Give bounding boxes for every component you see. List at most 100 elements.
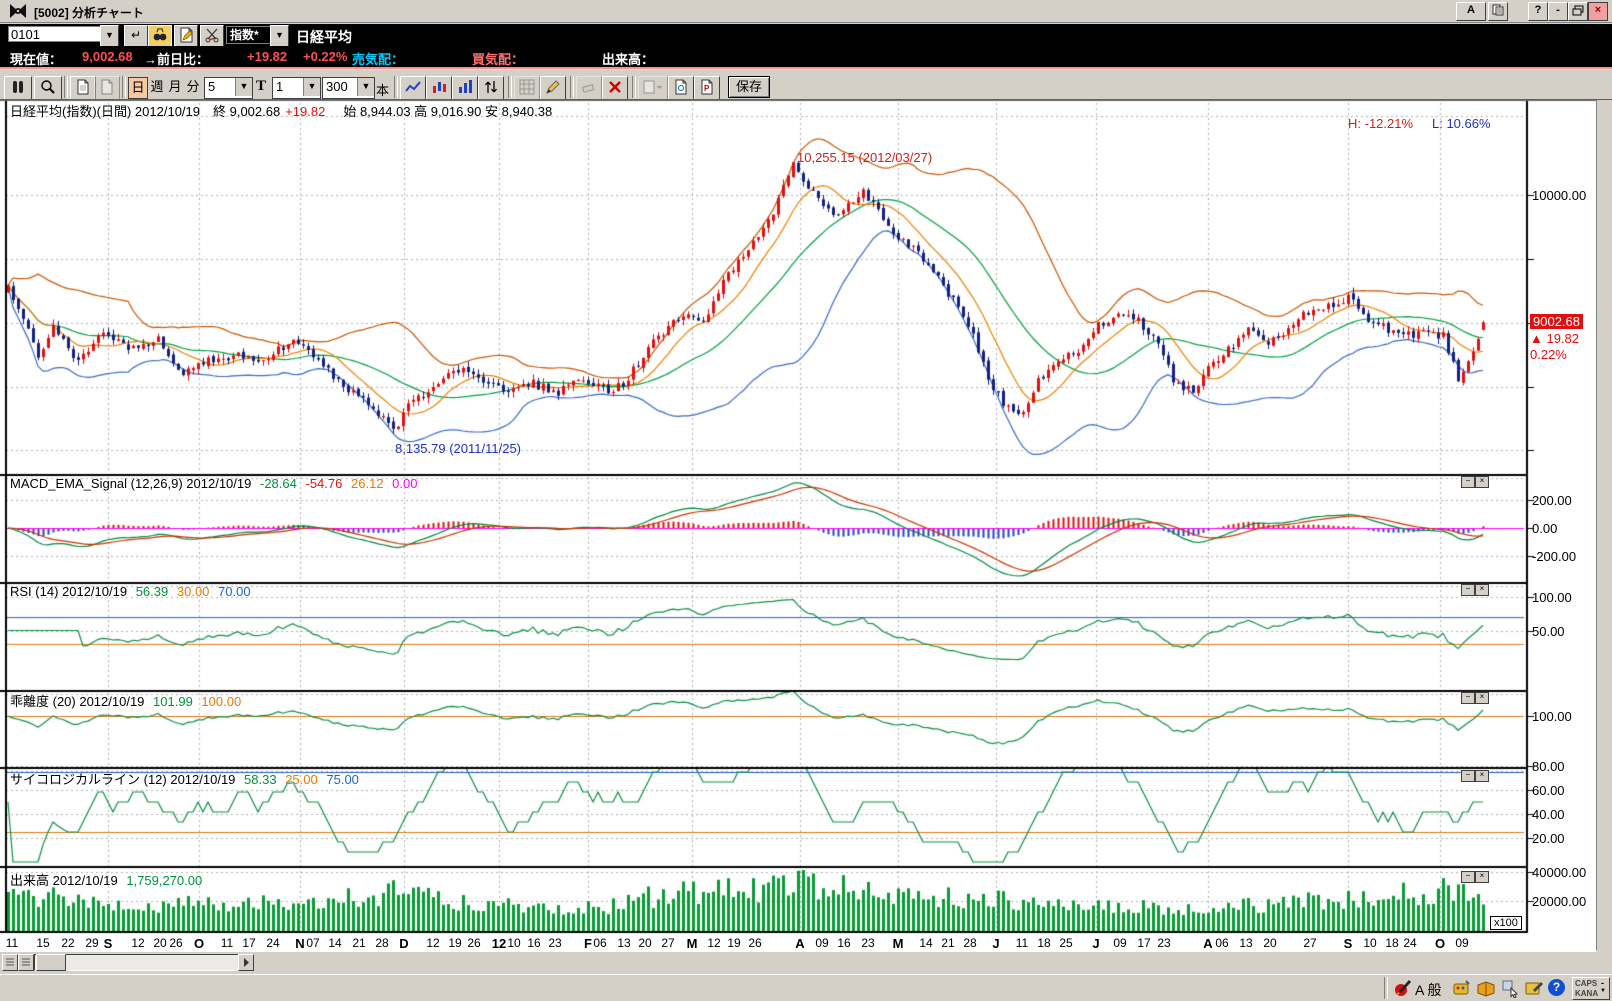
chart-canvas[interactable] [0, 100, 1612, 934]
x-axis-tick-label: O [1435, 936, 1445, 951]
symbol-pair-icon[interactable] [4, 76, 32, 100]
x-axis-tick-label: 11 [6, 936, 18, 950]
candlestick-chart-icon[interactable] [426, 76, 452, 100]
ime-dictionary-icon[interactable] [1476, 978, 1496, 998]
close-button[interactable]: × [1588, 2, 1608, 21]
psych-minimize-button[interactable]: − [1461, 770, 1475, 782]
interval-select[interactable]: 5▼ [204, 77, 253, 99]
x-axis-tick-label: O [194, 936, 204, 951]
rsi-close-button[interactable]: × [1475, 584, 1489, 596]
delete-x-icon[interactable] [602, 76, 628, 100]
chevron-down-icon[interactable]: ▼ [235, 78, 252, 96]
caps-kana-panel[interactable]: CAPS - KANA ▼ [1572, 977, 1610, 1000]
new-page-icon[interactable] [70, 76, 96, 100]
symbol-bar: ▼ ↵ 指数* ▼ 日経平均 [0, 24, 1612, 46]
period-month-button[interactable]: 月 [166, 77, 184, 97]
macd-zero-value: 0.00 [392, 476, 417, 491]
kairi-close-button[interactable]: × [1475, 692, 1489, 704]
copy-page-icon[interactable] [94, 76, 120, 100]
save-button[interactable]: 保存 [728, 76, 770, 98]
scroll-grip-left[interactable] [2, 954, 18, 971]
layout-dropdown-icon[interactable] [638, 76, 668, 100]
rsi-minimize-button[interactable]: − [1461, 584, 1475, 596]
x-axis-tick-label: 17 [1137, 936, 1150, 950]
chevron-down-icon[interactable]: ▼ [357, 78, 374, 96]
trough-annotation: 8,135.79 (2011/11/25) [395, 441, 521, 456]
macd-panel-header: MACD_EMA_Signal (12,26,9) 2012/10/19 -28… [10, 476, 422, 491]
chevron-down-icon[interactable]: ▼ [303, 78, 320, 96]
grid-icon[interactable] [514, 76, 540, 100]
title-bar[interactable]: [5002] 分析チャート A ? - × [0, 0, 1612, 23]
period-minute-button[interactable]: 分 [184, 77, 202, 97]
eraser-icon[interactable] [576, 76, 602, 100]
range-high-label: H: -12.21% [1348, 116, 1413, 131]
psych-panel-header: サイコロジカルライン (12) 2012/10/19 58.33 25.00 7… [10, 769, 364, 788]
x-axis-tick-label: 14 [328, 936, 341, 950]
caps-min-glyph: - [1601, 978, 1604, 988]
y-axis-tick-label: 100.00 [1532, 590, 1572, 605]
memo-button[interactable] [174, 25, 198, 47]
restore-button[interactable] [1568, 2, 1588, 21]
macd-minimize-button[interactable]: − [1461, 476, 1475, 488]
kairi-minimize-button[interactable]: − [1461, 692, 1475, 704]
minimize-button[interactable]: - [1548, 2, 1568, 21]
quote-separator-2 [0, 69, 1612, 70]
volume-minimize-button[interactable]: − [1461, 871, 1475, 883]
tick-count-select[interactable]: 1▼ [272, 77, 321, 99]
ime-tools-icon[interactable] [1452, 978, 1472, 998]
volume-close-button[interactable]: × [1475, 871, 1489, 883]
quote-bar: 現在値： 9,002.68 →前日比： +19.82 +0.22% 売気配： 買… [0, 46, 1612, 67]
psych-low-level: 25.00 [285, 772, 318, 787]
x-axis-tick-label: 11 [1016, 936, 1028, 950]
bid-label: 買気配： [472, 49, 524, 68]
scroll-arrow-button[interactable] [238, 954, 254, 971]
print-page-icon[interactable]: P [694, 76, 720, 100]
copy-window-button[interactable] [1488, 2, 1508, 21]
svg-text:P: P [704, 84, 710, 93]
toolbar-separator [632, 76, 636, 98]
binoculars-search-button[interactable] [148, 25, 172, 47]
x-axis-tick-label: D [399, 936, 408, 951]
font-button[interactable]: A [1456, 2, 1486, 21]
ime-mouse-icon[interactable] [1500, 978, 1520, 998]
rsi-panel-header: RSI (14) 2012/10/19 56.39 30.00 70.00 [10, 584, 256, 599]
main-chart-header: 日経平均(指数)(日間) 2012/10/19 終 9,002.68+19.82… [10, 101, 557, 120]
ime-pad-icon[interactable] [1524, 978, 1544, 998]
x-axis-tick-label: 25 [1059, 936, 1072, 950]
bar-chart-icon[interactable] [452, 76, 478, 100]
x-axis-tick-label: 19 [727, 936, 740, 950]
market-type-select[interactable]: 指数* [226, 26, 271, 44]
x-axis-tick-label: 13 [617, 936, 630, 950]
psych-close-button[interactable]: × [1475, 770, 1489, 782]
save-page-icon[interactable] [668, 76, 694, 100]
line-chart-icon[interactable] [400, 76, 426, 100]
zoom-search-icon[interactable] [34, 76, 62, 100]
symbol-dropdown-button[interactable]: ▼ [100, 25, 119, 47]
kairi-panel-header: 乖離度 (20) 2012/10/19 101.99 100.00 [10, 691, 246, 710]
pencil-draw-icon[interactable] [540, 76, 566, 100]
ime-input-mode[interactable]: A 般 [1415, 980, 1441, 1000]
bar-count-select[interactable]: 300▼ [322, 77, 375, 99]
symbol-code-input[interactable] [8, 26, 102, 42]
x-axis-tick-label: 27 [661, 936, 674, 950]
scissors-button[interactable] [200, 25, 224, 47]
x-axis-tick-label: A [1203, 936, 1212, 951]
period-week-button[interactable]: 週 [148, 77, 166, 97]
enter-button[interactable]: ↵ [124, 25, 148, 47]
tick-mode-label[interactable]: T [256, 78, 266, 95]
change-pct-value: +0.22% [303, 49, 347, 64]
volume-title: 出来高 2012/10/19 [10, 873, 118, 888]
psych-value: 58.33 [244, 772, 277, 787]
y-axis-tick-label: 100.00 [1532, 709, 1572, 724]
ime-pen-icon[interactable] [1392, 978, 1412, 998]
scroll-grip-right[interactable] [18, 954, 34, 971]
market-type-dropdown-button[interactable]: ▼ [270, 25, 289, 47]
scrollbar-thumb[interactable] [36, 954, 66, 971]
ime-help-icon[interactable]: ? [1548, 979, 1565, 996]
price-change-pct-marker: 0.22% [1530, 347, 1567, 362]
psych-high-level: 75.00 [326, 772, 359, 787]
period-day-button[interactable]: 日 [128, 77, 148, 99]
macd-close-button[interactable]: × [1475, 476, 1489, 488]
help-button[interactable]: ? [1528, 2, 1548, 21]
sort-arrows-icon[interactable] [478, 76, 504, 100]
